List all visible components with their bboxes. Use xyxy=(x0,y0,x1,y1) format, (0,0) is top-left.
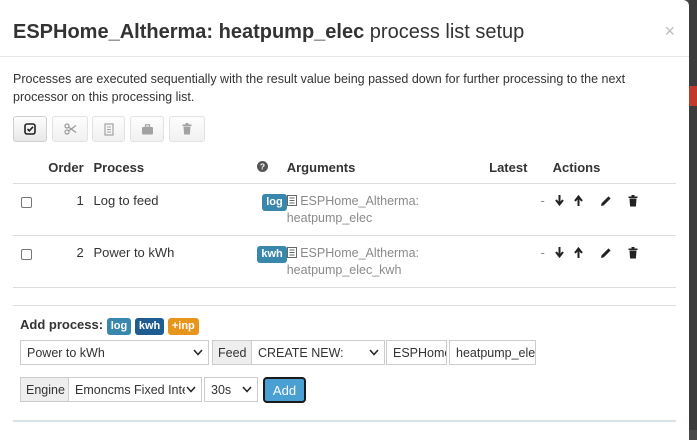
table-header-row: Order Process ? Arguments Latest Actions xyxy=(13,152,676,184)
row-arguments: ESPHome_Altherma: heatpump_elec xyxy=(286,193,420,225)
row-order: 1 xyxy=(76,192,84,208)
table-row: 2 Power to kWh kwh ESPHome_Altherma: hea… xyxy=(13,235,676,288)
cut-button[interactable] xyxy=(52,116,88,142)
chevron-down-icon xyxy=(186,386,196,393)
svg-text:?: ? xyxy=(260,161,265,171)
header-arguments: Arguments xyxy=(286,152,490,184)
arrow-down-icon xyxy=(555,195,564,206)
move-down-button[interactable] xyxy=(553,194,567,208)
process-type-badge: kwh xyxy=(257,245,287,263)
move-down-button[interactable] xyxy=(553,246,567,260)
arrow-up-icon xyxy=(574,247,583,258)
header-process: Process xyxy=(93,152,258,184)
process-select[interactable]: Power to kWh xyxy=(20,340,209,365)
add-process-section: Add process: log kwh +inp xyxy=(13,305,676,335)
header-latest: Latest xyxy=(489,152,545,184)
help-cell: ? xyxy=(257,152,287,184)
header-actions: Actions xyxy=(552,152,676,184)
description-text: Processes are executed sequentially with… xyxy=(13,72,626,104)
add-process-label: Add process: log kwh +inp xyxy=(20,317,199,335)
feed-label: Feed xyxy=(212,340,252,365)
row-process: Power to kWh xyxy=(93,244,175,260)
modal-title: ESPHome_Altherma: heatpump_elec process … xyxy=(13,21,525,43)
process-table: Order Process ? Arguments Latest Actions… xyxy=(13,152,676,288)
copy-icon xyxy=(103,122,114,136)
trash-icon xyxy=(628,246,638,258)
engine-select[interactable]: Emoncms Fixed Interval xyxy=(68,377,202,402)
select-all-button[interactable] xyxy=(13,116,47,142)
interval-select[interactable]: 30s xyxy=(204,377,258,402)
copy-button[interactable] xyxy=(92,116,125,142)
backdrop xyxy=(689,0,697,430)
arrow-down-icon xyxy=(555,247,564,258)
question-icon[interactable]: ? xyxy=(257,160,269,172)
edit-button[interactable] xyxy=(599,194,613,208)
row-checkbox[interactable] xyxy=(21,248,32,260)
pencil-icon xyxy=(600,195,611,206)
feed-tag-input[interactable]: ESPHome_Altherma xyxy=(386,340,447,365)
badge-log: log xyxy=(106,318,132,335)
trash-icon xyxy=(628,194,638,206)
chevron-down-icon xyxy=(369,349,379,356)
info-box-edge xyxy=(13,420,676,422)
feed-icon xyxy=(286,194,297,206)
engine-label: Engine xyxy=(20,377,69,402)
row-arguments: ESPHome_Altherma: heatpump_elec_kwh xyxy=(286,245,420,277)
check-icon xyxy=(24,123,36,135)
scissors-icon xyxy=(63,123,76,135)
delete-selected-button[interactable] xyxy=(169,116,205,142)
delete-button[interactable] xyxy=(626,194,640,208)
arrow-up-icon xyxy=(574,195,583,206)
process-type-badge: log xyxy=(262,193,287,211)
feed-name-input[interactable]: heatpump_elec_kwh xyxy=(449,340,536,365)
row-actions xyxy=(553,236,676,260)
table-row: 1 Log to feed log ESPHome_Altherma: heat… xyxy=(13,183,676,236)
row-latest: - xyxy=(540,244,545,260)
row-process: Log to feed xyxy=(93,192,159,208)
close-button[interactable]: × xyxy=(664,22,675,40)
badge-inp: +inp xyxy=(167,318,199,335)
row-latest: - xyxy=(540,192,545,208)
chevron-down-icon xyxy=(242,386,252,393)
feed-icon xyxy=(286,246,297,258)
badge-kwh: kwh xyxy=(134,318,165,335)
chevron-down-icon xyxy=(193,349,203,356)
row-actions xyxy=(553,184,676,208)
header-order: Order xyxy=(42,152,84,184)
modal-header: ESPHome_Altherma: heatpump_elec process … xyxy=(0,0,689,57)
paste-button[interactable] xyxy=(130,116,164,142)
move-up-button[interactable] xyxy=(572,246,586,260)
row-order: 2 xyxy=(76,244,84,260)
add-button[interactable]: Add xyxy=(263,377,306,403)
row-checkbox[interactable] xyxy=(21,196,32,208)
edit-button[interactable] xyxy=(599,246,613,260)
delete-button[interactable] xyxy=(626,246,640,260)
briefcase-icon xyxy=(141,123,153,134)
process-list-modal: ESPHome_Altherma: heatpump_elec process … xyxy=(0,0,689,440)
feed-select[interactable]: CREATE NEW: xyxy=(251,340,385,365)
trash-icon xyxy=(182,123,192,135)
move-up-button[interactable] xyxy=(572,194,586,208)
pencil-icon xyxy=(600,247,611,258)
